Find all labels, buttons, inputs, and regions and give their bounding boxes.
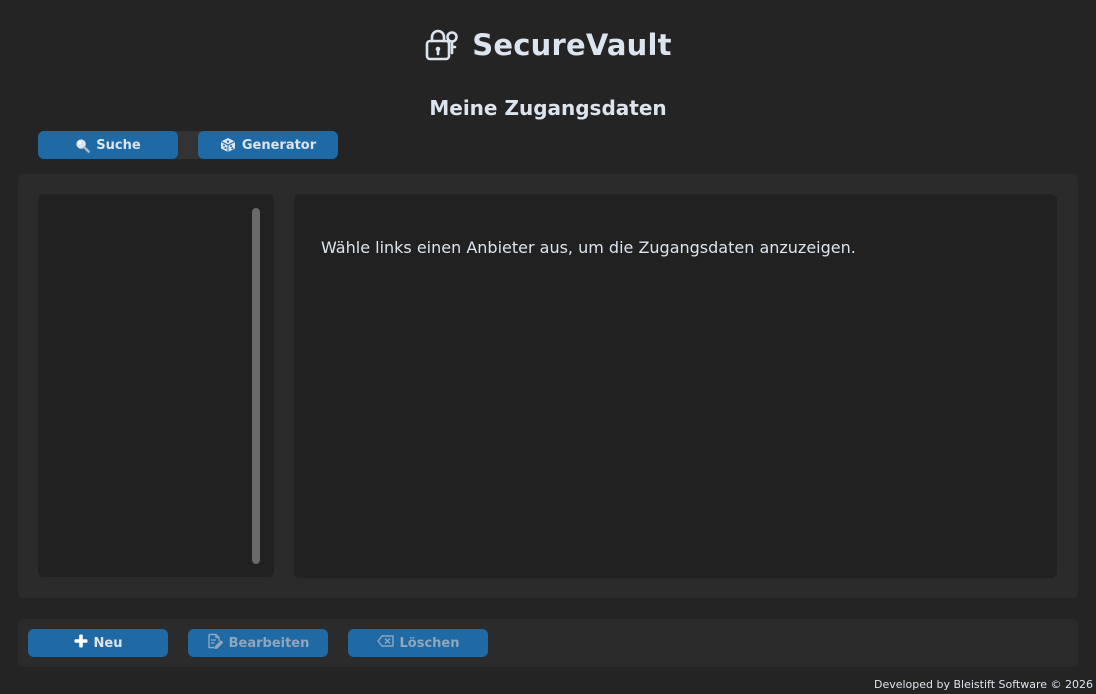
tab-bar: Suche Generator [38,131,338,159]
tab-generator-label: Generator [241,137,317,153]
page-title: Meine Zugangsdaten [429,96,667,120]
detail-hint-text: Wähle links einen Anbieter aus, um die Z… [321,238,856,257]
app-title: SecureVault [472,28,672,62]
tab-search[interactable]: Suche [38,131,178,159]
backspace-icon [376,635,394,651]
tab-search-label: Suche [96,137,141,153]
footer-credit: Developed by Bleistift Software © 2026 [873,678,1093,691]
delete-button-label: Löschen [399,635,460,651]
edit-button[interactable]: Bearbeiten [188,629,328,657]
magnifier-icon [75,138,91,153]
new-button-label: Neu [93,635,123,651]
edit-icon [207,633,223,653]
plus-icon [74,634,88,652]
app-window: SecureVault Meine Zugangsdaten Suche Gen… [0,0,1096,694]
new-button[interactable]: Neu [28,629,168,657]
tab-generator[interactable]: Generator [198,131,338,159]
provider-list-scrollbar[interactable] [252,208,260,564]
app-header: SecureVault [0,22,1096,68]
lock-key-icon [424,27,460,63]
action-bar [18,619,1078,667]
delete-button[interactable]: Löschen [348,629,488,657]
dice-icon [220,137,236,153]
provider-list[interactable] [38,194,274,577]
edit-button-label: Bearbeiten [228,635,310,651]
